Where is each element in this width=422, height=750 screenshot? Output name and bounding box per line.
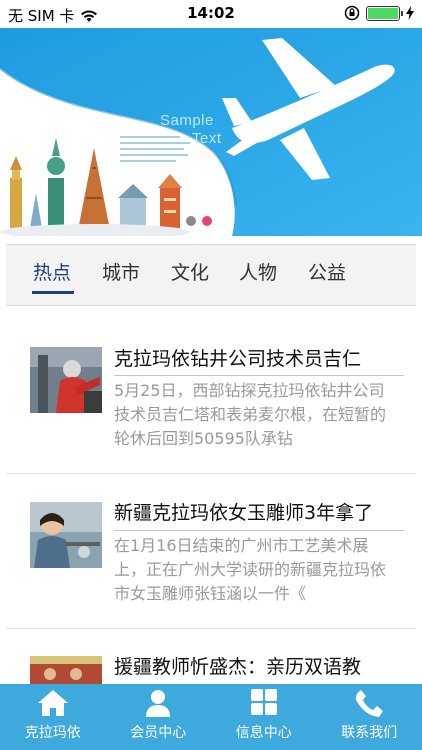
tab-active-underline bbox=[32, 291, 74, 294]
tab-charity[interactable]: 公益 bbox=[308, 258, 346, 285]
person-icon bbox=[146, 690, 171, 717]
tabbar-item-home[interactable]: 克拉玛依 bbox=[0, 684, 106, 750]
page-indicator bbox=[186, 216, 212, 226]
page-dot-active[interactable] bbox=[202, 216, 212, 226]
battery-fill bbox=[368, 7, 398, 19]
status-right bbox=[344, 5, 414, 21]
charging-bolt-icon bbox=[406, 6, 414, 20]
news-summary: 5月25日，西部钻探克拉玛依钻井公司技术员吉仁塔和表弟麦尔根，在短暂的轮休后回到… bbox=[114, 381, 387, 448]
tabbar-item-info[interactable]: 信息中心 bbox=[211, 684, 317, 750]
tab-people[interactable]: 人物 bbox=[239, 258, 277, 285]
banner-sample-line2: Text bbox=[192, 130, 222, 147]
news-thumbnail bbox=[30, 656, 102, 684]
tabbar-item-contact[interactable]: 联系我们 bbox=[317, 684, 422, 750]
tabbar-label: 会员中心 bbox=[130, 725, 187, 741]
phone-icon bbox=[356, 690, 384, 717]
rotation-lock-icon bbox=[344, 5, 360, 21]
banner-sample-line1: Sample bbox=[160, 112, 214, 129]
page-dot[interactable] bbox=[186, 216, 196, 226]
divider bbox=[114, 530, 404, 531]
news-summary: 在1月16日结束的广州市工艺美术展上，正在广州大学读研的新疆克拉玛依市女玉雕师张… bbox=[114, 536, 387, 603]
tab-city[interactable]: 城市 bbox=[102, 258, 140, 285]
news-title[interactable]: 援疆教师忻盛杰：亲历双语教 bbox=[114, 652, 404, 679]
banner-carousel[interactable]: Sample Text bbox=[0, 28, 422, 236]
news-title[interactable]: 新疆克拉玛依女玉雕师3年拿了 bbox=[114, 498, 404, 525]
tabbar-label: 信息中心 bbox=[235, 725, 292, 741]
status-bar: 无 SIM 卡 14:02 bbox=[0, 0, 422, 28]
banner-sample-text: Sample Text bbox=[160, 112, 222, 148]
divider bbox=[6, 473, 416, 474]
tabbar-label: 联系我们 bbox=[341, 725, 398, 741]
news-title[interactable]: 克拉玛依钻井公司技术员吉仁 bbox=[114, 344, 404, 371]
grid-icon bbox=[250, 689, 277, 715]
tab-hot[interactable]: 热点 bbox=[33, 258, 71, 285]
tab-culture[interactable]: 文化 bbox=[171, 258, 209, 285]
news-thumbnail bbox=[30, 347, 102, 413]
home-icon bbox=[37, 690, 68, 716]
bottom-tab-bar: 克拉玛依 会员中心 信息中心 联系我们 bbox=[0, 684, 422, 750]
battery-icon bbox=[366, 5, 403, 21]
category-tabs: 热点 城市 文化 人物 公益 bbox=[6, 244, 416, 306]
tabbar-label: 克拉玛依 bbox=[24, 725, 81, 741]
tabbar-item-members[interactable]: 会员中心 bbox=[106, 684, 212, 750]
divider bbox=[6, 628, 416, 629]
divider bbox=[114, 375, 404, 376]
news-thumbnail bbox=[30, 502, 102, 568]
